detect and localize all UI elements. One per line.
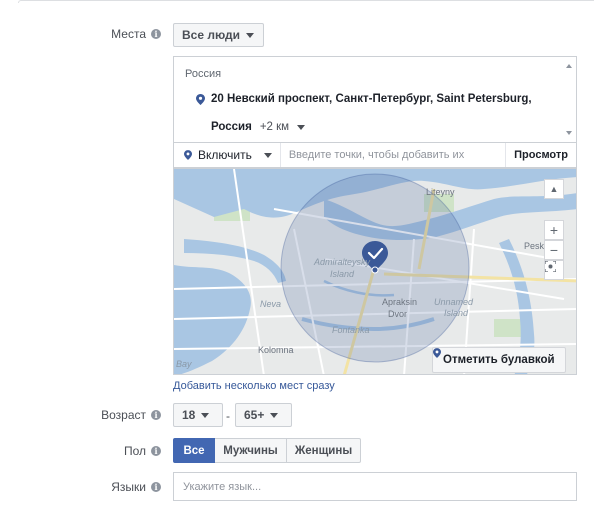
include-label: Включить [198,148,252,162]
age-min-value: 18 [182,408,196,422]
age-label: Возраст i [101,408,161,422]
add-bulk-locations-link[interactable]: Добавить несколько мест сразу [173,380,335,392]
drop-pin-button[interactable]: Отметить булавкой [432,347,566,373]
browse-button[interactable]: Просмотр [505,143,576,167]
map-canvas [174,169,576,374]
map-label: Fontanka [332,325,370,335]
chevron-down-icon [201,412,210,418]
gender-option-men[interactable]: Мужчины [215,438,287,463]
location-address-cont: Россия [211,121,252,133]
age-max-select[interactable]: 65+ [235,403,292,427]
languages-label-text: Языки [111,480,146,494]
gender-option-women[interactable]: Женщины [287,438,361,463]
age-min-select[interactable]: 18 [173,403,223,427]
scroll-up-arrow-icon[interactable] [566,64,572,68]
map-label: Pesk [524,241,545,251]
info-icon[interactable]: i [151,482,161,492]
map-label: Neva [260,299,282,309]
radius-value: +2 км [259,121,290,133]
audience-selector-button[interactable]: Все люди [173,23,264,47]
age-max-value: 65+ [244,408,265,422]
recenter-icon [545,261,556,272]
gender-label-text: Пол [123,444,146,458]
map-label: Unnamed [434,297,474,307]
map-label: Kolomna [258,345,294,355]
radius-selector[interactable]: +2 км [259,121,306,133]
info-icon[interactable]: i [151,446,161,456]
zoom-in-button[interactable]: + [544,220,564,240]
chevron-down-icon [270,412,279,418]
gender-option-all[interactable]: Все [173,438,215,463]
selected-locations-box: Россия 20 Невский проспект, Санкт-Петерб… [173,56,577,143]
chevron-down-icon [263,152,272,158]
map-label: Island [330,269,355,279]
map-up-arrow-icon[interactable]: ▲ [544,179,564,199]
location-item[interactable]: 20 Невский проспект, Санкт-Петербург, Sa… [196,93,532,105]
scrollbar[interactable] [562,57,576,143]
location-map[interactable]: Admiralteysky Island Neva Fontanka Aprak… [173,168,577,375]
location-input-bar: Включить Просмотр [173,142,577,168]
map-pin-icon [184,150,192,160]
locations-label: Места i [111,27,161,41]
location-item-cont: Россия +2 км [211,121,306,133]
map-label: Bay [176,359,192,369]
chevron-down-icon [297,124,306,130]
info-icon[interactable]: i [151,410,161,420]
drop-pin-label: Отметить булавкой [443,354,555,366]
map-label: Island [444,308,469,318]
map-label: Liteyny [426,187,455,197]
gender-segmented-control: Все Мужчины Женщины [173,438,361,463]
country-heading: Россия [185,68,222,80]
locations-label-text: Места [111,27,146,41]
location-search-input[interactable] [280,143,506,167]
chevron-down-icon [246,32,255,38]
audience-selector-label: Все люди [182,28,241,42]
languages-input[interactable] [173,472,577,501]
languages-label: Языки i [111,480,161,494]
age-separator: - [226,409,230,423]
map-label: Admiralteysky [314,257,371,267]
recenter-button[interactable] [544,260,564,280]
map-label: Dvor [388,309,408,319]
map-pin-icon [433,348,441,358]
gender-label: Пол i [124,444,161,458]
scroll-down-arrow-icon[interactable] [566,131,572,135]
zoom-out-button[interactable]: − [544,240,564,260]
section-border [18,0,594,3]
map-pin-icon [196,93,205,105]
info-icon[interactable]: i [151,29,161,39]
map-label: Apraksin [382,297,418,307]
location-address: 20 Невский проспект, Санкт-Петербург, Sa… [211,93,532,105]
age-label-text: Возраст [101,408,146,422]
include-selector[interactable]: Включить [174,143,281,167]
